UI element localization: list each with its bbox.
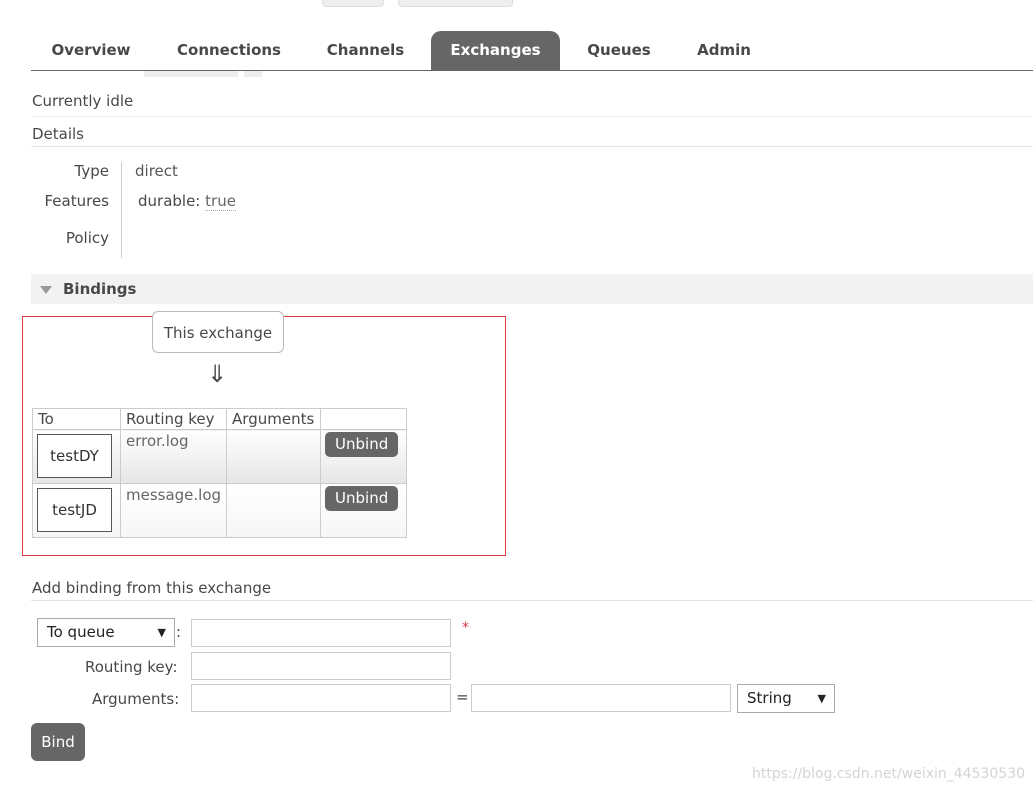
routing-key-input[interactable] xyxy=(191,652,451,680)
tab-queues[interactable]: Queues xyxy=(573,31,665,70)
cell-to: testDY xyxy=(32,429,121,484)
type-label: Type xyxy=(74,162,109,180)
type-value: direct xyxy=(135,162,178,180)
tab-connections[interactable]: Connections xyxy=(160,31,298,70)
divider xyxy=(31,116,1033,117)
cell-arguments xyxy=(226,429,322,484)
features-value: durable: true xyxy=(138,192,236,211)
top-button-cutoff-2[interactable] xyxy=(398,0,513,7)
cell-action: Unbind xyxy=(320,429,408,484)
table-header-row: To Routing key Arguments xyxy=(32,408,408,430)
unbind-button[interactable]: Unbind xyxy=(325,432,399,457)
down-arrow-icon: ⇓ xyxy=(207,360,228,388)
bind-button[interactable]: Bind xyxy=(31,723,85,761)
durable-value: true xyxy=(205,192,236,211)
routing-key-value: error.log xyxy=(126,432,189,450)
cell-routing-key: error.log xyxy=(119,429,228,484)
bindings-table: To Routing key Arguments testDY error.lo… xyxy=(32,408,408,538)
tab-exchanges[interactable]: Exchanges xyxy=(431,31,560,70)
cell-to: testJD xyxy=(32,483,121,538)
dropdown-caret-icon: ▼ xyxy=(817,692,826,705)
cutoff-fragment xyxy=(144,71,238,77)
unbind-button[interactable]: Unbind xyxy=(325,486,399,511)
argument-type-value: String xyxy=(747,689,792,707)
col-arguments: Arguments xyxy=(226,408,322,430)
col-actions xyxy=(320,408,408,430)
destination-type-value: To queue xyxy=(47,623,115,641)
col-to: To xyxy=(32,408,121,430)
cell-routing-key: message.log xyxy=(119,483,228,538)
destination-name-input[interactable] xyxy=(191,619,451,647)
bindings-header[interactable] xyxy=(31,274,1033,304)
tab-channels[interactable]: Channels xyxy=(310,31,421,70)
add-binding-divider xyxy=(31,600,1033,601)
destination-colon: : xyxy=(176,623,182,641)
table-row: testJD message.log Unbind xyxy=(32,483,408,538)
cell-arguments xyxy=(226,483,322,538)
add-binding-heading: Add binding from this exchange xyxy=(32,579,272,597)
tab-admin[interactable]: Admin xyxy=(680,31,768,70)
argument-value-input[interactable] xyxy=(471,684,731,712)
details-divider xyxy=(31,146,1033,147)
argument-key-input[interactable] xyxy=(191,684,451,712)
cell-action: Unbind xyxy=(320,483,408,538)
bindings-heading[interactable]: Bindings xyxy=(63,280,136,298)
queue-link-testdy[interactable]: testDY xyxy=(37,434,112,478)
destination-type-select[interactable]: To queue ▼ xyxy=(37,618,175,647)
equals-sign: = xyxy=(456,688,469,706)
details-heading: Details xyxy=(32,125,85,143)
dropdown-caret-icon: ▼ xyxy=(157,626,166,639)
features-key: durable: xyxy=(138,192,201,210)
routing-key-label: Routing key: xyxy=(85,658,178,676)
cutoff-fragment-2 xyxy=(244,71,262,77)
routing-key-value: message.log xyxy=(126,486,222,504)
queue-link-testjd[interactable]: testJD xyxy=(37,488,112,532)
table-row: testDY error.log Unbind xyxy=(32,429,408,484)
argument-type-select[interactable]: String ▼ xyxy=(737,684,835,713)
watermark: https://blog.csdn.net/weixin_44530530 xyxy=(752,766,1026,782)
arguments-label: Arguments: xyxy=(92,690,180,708)
required-mark: * xyxy=(462,620,469,636)
col-routing-key: Routing key xyxy=(119,408,228,430)
tab-overview[interactable]: Overview xyxy=(31,31,151,70)
details-separator xyxy=(121,162,122,258)
collapse-triangle-icon[interactable] xyxy=(40,286,52,294)
top-button-cutoff[interactable] xyxy=(322,0,384,7)
this-exchange-box: This exchange xyxy=(152,311,284,353)
status-text: Currently idle xyxy=(32,92,134,110)
features-label: Features xyxy=(44,192,110,210)
policy-label: Policy xyxy=(65,229,109,247)
